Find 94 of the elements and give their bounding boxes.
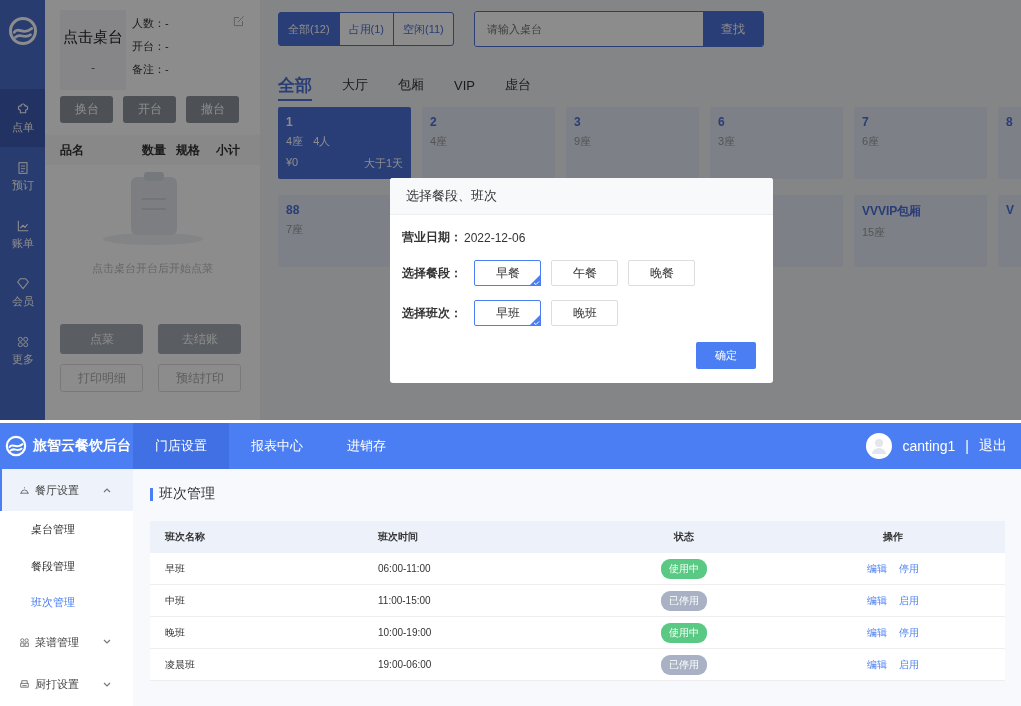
action-link[interactable]: 编辑 xyxy=(866,657,887,672)
diamond-icon xyxy=(14,275,31,292)
column-header: 状态 xyxy=(674,530,694,544)
logout-link[interactable]: 退出 xyxy=(979,437,1007,455)
action-link[interactable]: 停用 xyxy=(898,625,919,640)
option-button[interactable]: 晚餐 xyxy=(628,260,695,286)
column-header: 小计 xyxy=(216,141,241,159)
action-link[interactable]: 停用 xyxy=(898,561,919,576)
sidebar-item[interactable]: 点单 xyxy=(0,89,45,147)
table-card[interactable]: 1 4座 4人 ¥0 大于1天 xyxy=(278,107,411,179)
brand-name: 旅智云餐饮后台 xyxy=(33,437,131,455)
table-number: VVVIP包厢 xyxy=(862,203,923,220)
table-number: 7 xyxy=(862,115,870,129)
column-header: 规格 xyxy=(176,141,201,159)
table-cell: 19:00-06:00 xyxy=(378,659,432,670)
info-text: 人数：- xyxy=(132,16,169,31)
table-number: 8 xyxy=(1006,115,1014,129)
info-text: 备注：- xyxy=(132,62,169,77)
status-badge: 使用中 xyxy=(661,622,707,643)
table-number: 1 xyxy=(286,115,294,129)
avatar-icon[interactable] xyxy=(866,433,893,459)
table-number: V xyxy=(1006,203,1015,217)
action-link[interactable]: 启用 xyxy=(898,657,919,672)
chevron-icon xyxy=(103,639,111,646)
column-header: 班次时间 xyxy=(378,531,418,542)
status-badge: 使用中 xyxy=(661,558,707,579)
sidebar-item[interactable]: 更多 xyxy=(0,321,45,379)
filter-tab[interactable]: 全部(12) xyxy=(278,12,340,46)
sidebar-item[interactable]: 账单 xyxy=(0,205,45,263)
table-number: 6 xyxy=(718,115,726,129)
divider-text: | xyxy=(965,438,969,454)
page-title: 班次管理 xyxy=(159,485,215,503)
field-label: 选择餐段： xyxy=(402,264,463,282)
column-header: 操作 xyxy=(882,530,903,544)
field-label: 选择班次： xyxy=(402,304,463,322)
option-button[interactable]: 早餐 xyxy=(474,260,541,286)
table-number: 2 xyxy=(430,115,438,129)
table-cell: 早班 xyxy=(165,562,185,574)
chevron-icon xyxy=(103,681,111,688)
table-card[interactable]: 8 xyxy=(998,107,1021,179)
dialog-title: 选择餐段、班次 xyxy=(390,178,773,215)
table-cell: 中班 xyxy=(165,594,185,606)
check-icon xyxy=(529,274,541,286)
table-cell: 凌晨班 xyxy=(165,658,195,670)
edit-icon[interactable] xyxy=(232,14,246,28)
column-header: 数量 xyxy=(142,141,167,159)
status-badge: 已停用 xyxy=(661,590,707,611)
option-button[interactable]: 早班 xyxy=(474,300,541,326)
sidebar-item[interactable]: 预订 xyxy=(0,147,45,205)
menu-section[interactable]: 餐厅设置 xyxy=(0,469,133,512)
area-tab[interactable]: 包厢 xyxy=(398,76,424,98)
date-value: 2022-12-06 xyxy=(464,230,526,245)
search-field[interactable]: 请输入桌台 查找 xyxy=(473,11,764,47)
nav-tab[interactable]: 报表中心 xyxy=(229,423,325,469)
table-cell: 11:00-15:00 xyxy=(378,595,431,606)
seat-count: 4座 xyxy=(286,134,304,149)
info-text: 开台：- xyxy=(132,39,169,54)
table-cell: 晚班 xyxy=(165,626,185,638)
area-tab[interactable]: VIP xyxy=(454,77,475,97)
area-tab[interactable]: 全部 xyxy=(278,73,312,101)
nav-tab[interactable]: 门店设置 xyxy=(133,423,229,469)
area-tab[interactable]: 大厅 xyxy=(342,76,368,98)
column-header: 品名 xyxy=(60,141,85,159)
table-cell: 06:00-11:00 xyxy=(378,563,431,574)
column-header: 班次名称 xyxy=(165,531,205,542)
area-tab[interactable]: 虚台 xyxy=(504,76,531,98)
status-badge: 已停用 xyxy=(661,654,707,675)
confirm-button[interactable]: 确定 xyxy=(696,342,756,369)
filter-tab[interactable]: 空闲(11) xyxy=(393,12,454,46)
action-link[interactable]: 编辑 xyxy=(866,593,887,608)
filter-tab[interactable]: 占用(1) xyxy=(338,12,394,46)
action-link[interactable]: 启用 xyxy=(898,593,919,608)
grid-icon xyxy=(18,635,31,649)
duration: 大于1天 xyxy=(363,156,403,171)
username: canting1 xyxy=(902,438,956,454)
option-button[interactable]: 晚班 xyxy=(551,300,618,326)
action-link[interactable]: 编辑 xyxy=(866,625,887,640)
table-name: 点击桌台 xyxy=(63,27,123,47)
option-button[interactable]: 午餐 xyxy=(551,260,618,286)
guest-count: 4人 xyxy=(313,134,331,149)
logo-icon xyxy=(5,435,27,457)
sidebar-item[interactable]: 会员 xyxy=(0,263,45,321)
action-link[interactable]: 编辑 xyxy=(866,561,887,576)
table-number: 88 xyxy=(286,203,301,217)
chevron-icon xyxy=(103,487,111,494)
table-card[interactable]: V xyxy=(998,195,1021,267)
check-icon xyxy=(529,314,541,326)
search-button[interactable]: 查找 xyxy=(702,12,763,46)
logo-icon xyxy=(7,16,38,46)
nav-tab[interactable]: 进销存 xyxy=(325,423,408,469)
table-sub: - xyxy=(91,60,95,73)
table-number: 3 xyxy=(574,115,582,129)
amount: ¥0 xyxy=(286,156,299,170)
table-cell: 10:00-19:00 xyxy=(378,627,432,638)
